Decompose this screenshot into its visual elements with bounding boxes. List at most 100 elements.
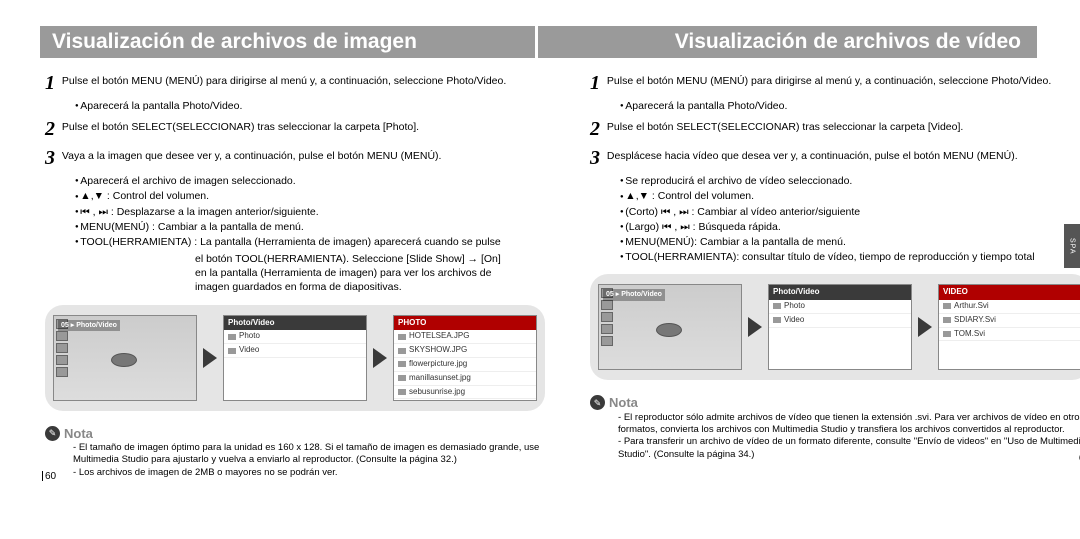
bullet: Se reproducirá el archivo de vídeo selec…	[620, 174, 1080, 188]
file-icon	[398, 375, 406, 381]
list-item: HOTELSEA.JPG	[394, 330, 536, 344]
step-3-extra: el botón TOOL(HERRAMIENTA). Seleccione […	[45, 252, 545, 266]
folder-icon	[773, 303, 781, 309]
step-3-extra: imagen guardados en forma de diapositiva…	[45, 280, 545, 294]
arrow-right-icon	[373, 348, 387, 368]
step-2-text: Pulse el botón SELECT(SELECCIONAR) tras …	[62, 116, 532, 134]
bullet: (Corto) ⏮ , ⏭ : Cambiar al vídeo anterio…	[620, 205, 1080, 219]
nota-label: Nota	[64, 425, 93, 443]
list-header: Photo/Video	[224, 316, 366, 331]
list-item: sebusunrise.jpg	[394, 386, 536, 400]
device-screen-main: 05 ▸ Photo/Video	[53, 315, 197, 401]
device-screen-list: Photo/Video Photo Video	[223, 315, 367, 401]
step-num-2: 2	[45, 116, 59, 143]
bullet: ▲,▼ : Control del volumen.	[75, 189, 545, 203]
step-num-2: 2	[590, 116, 604, 143]
step-2: 2 Pulse el botón SELECT(SELECCIONAR) tra…	[590, 116, 1080, 143]
step-3-bullets: Se reproducirá el archivo de vídeo selec…	[590, 174, 1080, 264]
title-right: Visualización de archivos de vídeo	[538, 30, 1033, 54]
bullet: MENU(MENÚ) : Cambiar a la pantalla de me…	[75, 220, 545, 234]
pencil-icon: ✎	[45, 426, 60, 441]
nota-heading: ✎ Nota	[590, 394, 1080, 412]
folder-icon	[228, 334, 236, 340]
file-icon	[943, 303, 951, 309]
step-1: 1 Pulse el botón MENU (MENÚ) para dirigi…	[590, 70, 1080, 97]
file-icon	[398, 389, 406, 395]
bullet: Aparecerá la pantalla Photo/Video.	[75, 99, 545, 113]
file-icon	[398, 348, 406, 354]
file-icon	[943, 317, 951, 323]
bullet: TOOL(HERRAMIENTA): consultar título de v…	[620, 250, 1080, 264]
photo-thumbnail-icon	[656, 323, 682, 337]
step-1: 1 Pulse el botón MENU (MENÚ) para dirigi…	[45, 70, 545, 97]
step-1-text: Pulse el botón MENU (MENÚ) para dirigirs…	[62, 70, 532, 88]
list-item: Video	[224, 344, 366, 358]
list-header: PHOTO	[394, 316, 536, 331]
device-screen-files: PHOTO HOTELSEA.JPG SKYSHOW.JPG flowerpic…	[393, 315, 537, 401]
step-3: 3 Vaya a la imagen que desee ver y, a co…	[45, 145, 545, 172]
step-num-1: 1	[590, 70, 604, 97]
photo-thumbnail-icon	[111, 353, 137, 367]
bullet: Aparecerá la pantalla Photo/Video.	[620, 99, 1080, 113]
step-1-bullets: Aparecerá la pantalla Photo/Video.	[590, 99, 1080, 113]
arrow-right-icon	[203, 348, 217, 368]
step-num-3: 3	[45, 145, 59, 172]
screen-hdr: 05 ▸ Photo/Video	[603, 289, 665, 300]
list-header: Photo/Video	[769, 285, 911, 300]
device-screen-list: Photo/Video Photo Video	[768, 284, 912, 370]
screenshots-row: 05 ▸ Photo/Video Photo/Video Photo Video…	[45, 305, 545, 411]
list-item: manillasunset.jpg	[394, 372, 536, 386]
arrow-right-icon	[918, 317, 932, 337]
file-icon	[398, 361, 406, 367]
nota-line: El tamaño de imagen óptimo para la unida…	[73, 442, 545, 467]
list-header: VIDEO	[939, 285, 1080, 300]
list-item: Photo	[769, 300, 911, 314]
step-3: 3 Desplácese hacia vídeo que desea ver y…	[590, 145, 1080, 172]
arrow-right-icon	[748, 317, 762, 337]
page-left: 1 Pulse el botón MENU (MENÚ) para dirigi…	[45, 70, 545, 479]
nota-body: El reproductor sólo admite archivos de v…	[590, 412, 1080, 461]
list-item: flowerpicture.jpg	[394, 358, 536, 372]
step-num-3: 3	[590, 145, 604, 172]
page-right: 1 Pulse el botón MENU (MENÚ) para dirigi…	[590, 70, 1080, 461]
nota-line: Para transferir un archivo de vídeo de u…	[618, 436, 1080, 461]
step-3-text: Vaya a la imagen que desee ver y, a cont…	[62, 145, 532, 163]
bullet: ⏮ , ⏭ : Desplazarse a la imagen anterior…	[75, 205, 545, 219]
screenshots-row: 05 ▸ Photo/Video Photo/Video Photo Video…	[590, 274, 1080, 380]
nota-line: Los archivos de imagen de 2MB o mayores …	[73, 467, 545, 479]
step-1-bullets: Aparecerá la pantalla Photo/Video.	[45, 99, 545, 113]
header-bar: Visualización de archivos de imagen Visu…	[40, 26, 1040, 58]
page-number-left: 60	[40, 470, 56, 484]
nota-heading: ✎ Nota	[45, 425, 545, 443]
device-screen-files: VIDEO Arthur.Svi SDIARY.Svi TOM.Svi	[938, 284, 1080, 370]
bullet: ▲,▼ : Control del volumen.	[620, 189, 1080, 203]
list-item: SDIARY.Svi	[939, 314, 1080, 328]
file-icon	[398, 334, 406, 340]
file-icon	[943, 331, 951, 337]
list-item: SKYSHOW.JPG	[394, 344, 536, 358]
pencil-icon: ✎	[590, 395, 605, 410]
nota-label: Nota	[609, 394, 638, 412]
list-item: Arthur.Svi	[939, 300, 1080, 314]
step-3-text: Desplácese hacia vídeo que desea ver y, …	[607, 145, 1077, 163]
step-1-text: Pulse el botón MENU (MENÚ) para dirigirs…	[607, 70, 1077, 88]
title-left: Visualización de archivos de imagen	[40, 30, 535, 54]
bullet: MENU(MENÚ): Cambiar a la pantalla de men…	[620, 235, 1080, 249]
list-item: TOM.Svi	[939, 328, 1080, 342]
step-2-text: Pulse el botón SELECT(SELECCIONAR) tras …	[607, 116, 1077, 134]
list-item: Photo	[224, 330, 366, 344]
device-screen-main: 05 ▸ Photo/Video	[598, 284, 742, 370]
list-item: Video	[769, 314, 911, 328]
bullet: (Largo) ⏮ , ⏭ : Búsqueda rápida.	[620, 220, 1080, 234]
step-3-extra: en la pantalla (Herramienta de imagen) p…	[45, 266, 545, 280]
bullet: Aparecerá el archivo de imagen seleccion…	[75, 174, 545, 188]
step-num-1: 1	[45, 70, 59, 97]
step-3-bullets: Aparecerá el archivo de imagen seleccion…	[45, 174, 545, 249]
bullet: TOOL(HERRAMIENTA) : La pantalla (Herrami…	[75, 235, 545, 249]
step-2: 2 Pulse el botón SELECT(SELECCIONAR) tra…	[45, 116, 545, 143]
folder-icon	[228, 348, 236, 354]
nota-line: El reproductor sólo admite archivos de v…	[618, 412, 1080, 437]
screen-hdr: 05 ▸ Photo/Video	[58, 320, 120, 331]
folder-icon	[773, 317, 781, 323]
header-border	[1037, 26, 1040, 58]
